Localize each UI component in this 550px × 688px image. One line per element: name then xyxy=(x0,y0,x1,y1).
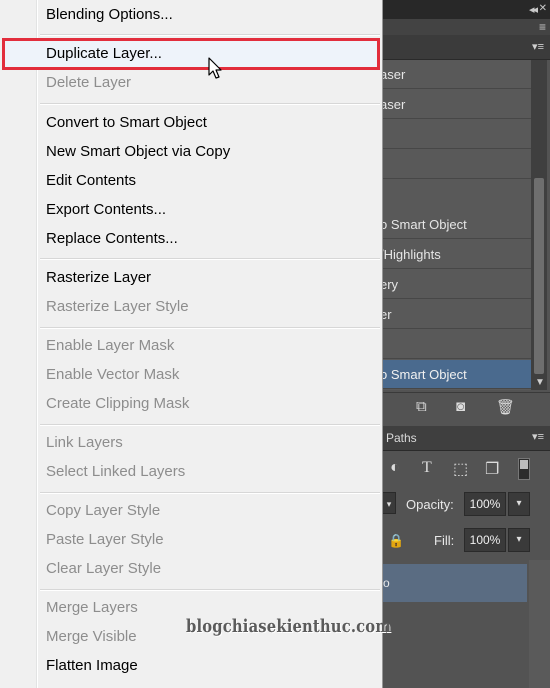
menu-separator xyxy=(40,258,380,260)
history-state[interactable]: /Highlights xyxy=(380,240,531,269)
menu-separator xyxy=(40,424,380,426)
panel-menu-icon[interactable]: ▾≡ xyxy=(532,430,544,443)
history-list: aser aser o Smart Object /Highlights ery… xyxy=(380,60,531,390)
menu-item-copy-layer-style[interactable]: Copy Layer Style xyxy=(46,500,160,522)
panel-menu-icon[interactable]: ≡ xyxy=(539,20,546,34)
menu-item-rasterize-layer-style[interactable]: Rasterize Layer Style xyxy=(46,296,189,318)
menu-item-merge-layers[interactable]: Merge Layers xyxy=(46,597,138,619)
history-state-active[interactable]: o Smart Object xyxy=(380,360,531,389)
history-state[interactable] xyxy=(380,120,531,149)
menu-separator xyxy=(40,492,380,494)
menu-item-create-clipping-mask[interactable]: Create Clipping Mask xyxy=(46,393,189,415)
close-icon[interactable]: ✕ xyxy=(539,3,547,14)
filter-toggle[interactable] xyxy=(518,458,530,480)
menu-item-new-smart-object-via-copy[interactable]: New Smart Object via Copy xyxy=(46,141,230,163)
history-state[interactable]: o Smart Object xyxy=(380,210,531,239)
menu-item-link-layers[interactable]: Link Layers xyxy=(46,432,123,454)
fill-input[interactable]: 100% xyxy=(464,528,506,552)
menu-item-edit-contents[interactable]: Edit Contents xyxy=(46,170,136,192)
menu-item-delete-layer[interactable]: Delete Layer xyxy=(46,72,131,94)
menu-item-select-linked-layers[interactable]: Select Linked Layers xyxy=(46,461,185,483)
history-scrollbar[interactable]: ▼ xyxy=(531,60,547,390)
layers-scrollbar[interactable] xyxy=(529,560,550,688)
panel-dock-titlebar: ◂◂ ✕ xyxy=(380,0,550,19)
opacity-input[interactable]: 100% xyxy=(464,492,506,516)
adjustment-layer-icon[interactable]: ◐ xyxy=(390,459,400,477)
menu-separator xyxy=(40,327,380,329)
menu-item-duplicate-layer[interactable]: Duplicate Layer... xyxy=(46,43,162,65)
watermark: blogchiasekienthuc.com xyxy=(186,616,392,637)
layer-context-menu: Blending Options... Duplicate Layer... D… xyxy=(0,0,391,688)
blend-mode-dropdown[interactable]: ▾ xyxy=(382,492,396,514)
history-state[interactable] xyxy=(380,150,531,179)
menu-item-flatten-image[interactable]: Flatten Image xyxy=(46,655,138,677)
opacity-label: Opacity: xyxy=(406,497,454,512)
menu-item-rasterize-layer[interactable]: Rasterize Layer xyxy=(46,267,151,289)
opacity-dropdown-arrow[interactable]: ▾ xyxy=(508,492,530,516)
menu-item-replace-contents[interactable]: Replace Contents... xyxy=(46,228,178,250)
shape-filter-icon[interactable]: ⬚ xyxy=(453,459,468,479)
menu-separator xyxy=(40,589,380,591)
history-panel-menu-icon[interactable]: ▾≡ xyxy=(532,40,544,53)
trash-icon[interactable]: 🗑 xyxy=(496,398,515,416)
fill-dropdown-arrow[interactable]: ▾ xyxy=(508,528,530,552)
layers-panel-tabbar: Paths ▾≡ xyxy=(380,426,550,451)
menu-gutter-highlight xyxy=(37,0,38,688)
photoshop-panels: ◂◂ ✕ ≡ ▾≡ aser aser o Smart Object /High… xyxy=(380,0,550,688)
menu-separator xyxy=(40,34,380,36)
camera-icon[interactable]: ◙ xyxy=(456,398,465,415)
toggle-knob xyxy=(520,460,528,469)
fill-label: Fill: xyxy=(434,533,455,548)
scrollbar-thumb[interactable] xyxy=(534,178,544,374)
opacity-row: ▾ Opacity: 100% ▾ xyxy=(380,492,550,516)
menu-item-merge-visible[interactable]: Merge Visible xyxy=(46,626,137,648)
layers-list: o xyxy=(380,560,550,688)
menu-item-blending-options[interactable]: Blending Options... xyxy=(46,4,173,26)
tab-paths[interactable]: Paths xyxy=(386,431,417,445)
mouse-pointer-icon xyxy=(208,57,222,79)
history-state[interactable]: ery xyxy=(380,270,531,299)
menu-item-clear-layer-style[interactable]: Clear Layer Style xyxy=(46,558,161,580)
layer-name: o xyxy=(383,576,390,590)
smart-object-filter-icon[interactable]: ❐ xyxy=(485,459,499,479)
history-state[interactable]: aser xyxy=(380,90,531,119)
menu-item-enable-vector-mask[interactable]: Enable Vector Mask xyxy=(46,364,179,386)
history-state[interactable] xyxy=(380,330,531,359)
history-state[interactable]: er xyxy=(380,300,531,329)
type-filter-icon[interactable]: T xyxy=(422,459,432,477)
menu-item-export-contents[interactable]: Export Contents... xyxy=(46,199,166,221)
menu-item-convert-to-smart-object[interactable]: Convert to Smart Object xyxy=(46,112,207,134)
history-panel-header: ≡ xyxy=(380,19,550,35)
history-panel-footer: ⧉ ◙ 🗑 xyxy=(380,392,550,423)
menu-item-paste-layer-style[interactable]: Paste Layer Style xyxy=(46,529,164,551)
history-panel-tabbar xyxy=(380,35,550,60)
lock-icon[interactable]: 🔒 xyxy=(388,533,404,549)
fill-row: 🔒 Fill: 100% ▾ xyxy=(380,528,550,552)
menu-separator xyxy=(40,103,380,105)
menu-item-enable-layer-mask[interactable]: Enable Layer Mask xyxy=(46,335,174,357)
new-document-from-state-icon[interactable]: ⧉ xyxy=(416,398,427,415)
scroll-down-arrow-icon[interactable]: ▼ xyxy=(535,377,545,388)
selected-layer-row[interactable]: o xyxy=(380,564,527,602)
collapse-panels-icon[interactable]: ◂◂ xyxy=(529,3,538,16)
history-state[interactable]: aser xyxy=(380,60,531,89)
